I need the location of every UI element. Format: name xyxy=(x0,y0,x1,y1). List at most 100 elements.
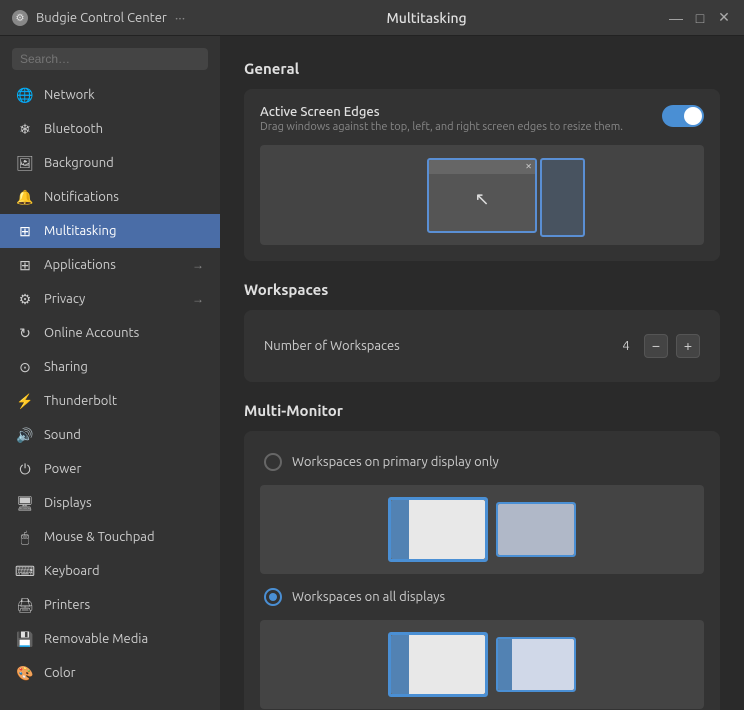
general-card: Active Screen Edges Drag windows against… xyxy=(244,89,720,261)
all-displays-option[interactable]: Workspaces on all displays xyxy=(260,582,704,612)
sidebar-arrow-privacy: → xyxy=(192,292,204,306)
preview-close-icon: ✕ xyxy=(525,162,532,171)
primary-only-radio[interactable] xyxy=(264,453,282,471)
sidebar-label-power: Power xyxy=(44,462,204,476)
content-area: General Active Screen Edges Drag windows… xyxy=(220,36,744,710)
app-icon: ⚙ xyxy=(12,10,28,26)
search-bar[interactable] xyxy=(0,40,220,78)
monitor-secondary-primary xyxy=(496,502,576,557)
sidebar-item-network[interactable]: 🌐Network xyxy=(0,78,220,112)
active-screen-edges-desc: Drag windows against the top, left, and … xyxy=(260,121,623,133)
active-screen-edges-toggle[interactable] xyxy=(662,105,704,127)
workspace-count: 4 xyxy=(616,339,636,353)
workspaces-card: Number of Workspaces 4 − + xyxy=(244,310,720,382)
sidebar-icon-background: 🖼 xyxy=(16,154,34,172)
sidebar-label-thunderbolt: Thunderbolt xyxy=(44,394,204,408)
sidebar-item-background[interactable]: 🖼 Background xyxy=(0,146,220,180)
sidebar-item-power[interactable]: ⏻ Power xyxy=(0,452,220,486)
sidebar-item-keyboard[interactable]: ⌨Keyboard xyxy=(0,554,220,588)
sidebar-label-multitasking: Multitasking xyxy=(44,224,204,238)
sidebar-icon-network: 🌐 xyxy=(16,86,34,104)
primary-only-label: Workspaces on primary display only xyxy=(292,455,499,469)
more-options-button[interactable]: ··· xyxy=(175,10,185,26)
sidebar-item-sound[interactable]: 🔊Sound xyxy=(0,418,220,452)
sidebar-icon-online-accounts: ↻ xyxy=(16,324,34,342)
sidebar-icon-applications: ⊞ xyxy=(16,256,34,274)
sidebar-label-privacy: Privacy xyxy=(44,292,182,306)
sidebar-icon-removable-media: 💾 xyxy=(16,630,34,648)
workspaces-section-title: Workspaces xyxy=(244,281,720,298)
all-displays-preview xyxy=(260,620,704,709)
monitor-main-all xyxy=(388,632,488,697)
sidebar-icon-power: ⏻ xyxy=(16,460,34,478)
window-controls: — □ ✕ xyxy=(668,10,732,26)
sidebar-item-bluetooth[interactable]: ❄ Bluetooth xyxy=(0,112,220,146)
sidebar-item-privacy[interactable]: ⚙ Privacy → xyxy=(0,282,220,316)
multi-monitor-section-title: Multi-Monitor xyxy=(244,402,720,419)
titlebar-left: ⚙ Budgie Control Center ··· xyxy=(12,10,185,26)
sidebar-item-multitasking[interactable]: ⊞ Multitasking xyxy=(0,214,220,248)
active-screen-edges-row: Active Screen Edges Drag windows against… xyxy=(260,105,704,133)
sidebar-label-online-accounts: Online Accounts xyxy=(44,326,204,340)
window-title: Multitasking xyxy=(386,10,466,26)
sidebar-item-color[interactable]: 🎨 Color xyxy=(0,656,220,690)
sidebar-label-displays: Displays xyxy=(44,496,204,510)
workspace-decrement-button[interactable]: − xyxy=(644,334,668,358)
sidebar-item-applications[interactable]: ⊞Applications→ xyxy=(0,248,220,282)
sidebar-icon-notifications: 🔔 xyxy=(16,188,34,206)
sidebar-icon-sharing: ⊙ xyxy=(16,358,34,376)
sidebar-item-removable-media[interactable]: 💾 Removable Media xyxy=(0,622,220,656)
sidebar-label-mouse-touchpad: Mouse & Touchpad xyxy=(44,530,204,544)
general-section-title: General xyxy=(244,60,720,77)
sidebar-label-applications: Applications xyxy=(44,258,182,272)
sidebar-item-thunderbolt[interactable]: ⚡ Thunderbolt xyxy=(0,384,220,418)
workspace-controls: 4 − + xyxy=(616,334,700,358)
sidebar-label-bluetooth: Bluetooth xyxy=(44,122,204,136)
monitor-main-area-all xyxy=(409,635,485,694)
search-input[interactable] xyxy=(12,48,208,70)
monitor-secondary-all xyxy=(496,637,576,692)
workspace-increment-button[interactable]: + xyxy=(676,334,700,358)
sidebar-label-sound: Sound xyxy=(44,428,204,442)
sidebar-item-displays[interactable]: 🖥Displays xyxy=(0,486,220,520)
close-button[interactable]: ✕ xyxy=(716,10,732,26)
monitor-main-area xyxy=(409,500,485,559)
monitor-main-primary xyxy=(388,497,488,562)
monitor-side-panel-all xyxy=(391,635,409,694)
sidebar-label-sharing: Sharing xyxy=(44,360,204,374)
cursor-icon: ↖ xyxy=(474,189,489,210)
sidebar-item-sharing[interactable]: ⊙ Sharing xyxy=(0,350,220,384)
sidebar-label-notifications: Notifications xyxy=(44,190,204,204)
sidebar-icon-mouse-touchpad: 🖱 xyxy=(16,528,34,546)
sidebar: 🌐Network ❄ Bluetooth 🖼 Background 🔔 Notificati… xyxy=(0,36,220,710)
sidebar-label-removable-media: Removable Media xyxy=(44,632,204,646)
maximize-button[interactable]: □ xyxy=(692,10,708,26)
preview-titlebar: ✕ xyxy=(429,160,535,174)
sidebar-item-mouse-touchpad[interactable]: 🖱 Mouse & Touchpad xyxy=(0,520,220,554)
all-displays-radio[interactable] xyxy=(264,588,282,606)
monitor-sec-area-all xyxy=(512,639,574,690)
sidebar-icon-privacy: ⚙ xyxy=(16,290,34,308)
active-screen-edges-label: Active Screen Edges xyxy=(260,105,623,119)
titlebar: ⚙ Budgie Control Center ··· Multitasking… xyxy=(0,0,744,36)
num-workspaces-label: Number of Workspaces xyxy=(264,339,400,353)
num-workspaces-row: Number of Workspaces 4 − + xyxy=(260,326,704,366)
sidebar-label-color: Color xyxy=(44,666,204,680)
primary-only-preview xyxy=(260,485,704,574)
sidebar-icon-keyboard: ⌨ xyxy=(16,562,34,580)
sidebar-item-notifications[interactable]: 🔔 Notifications xyxy=(0,180,220,214)
sidebar-icon-bluetooth: ❄ xyxy=(16,120,34,138)
sidebar-icon-multitasking: ⊞ xyxy=(16,222,34,240)
sidebar-icon-color: 🎨 xyxy=(16,664,34,682)
sidebar-item-online-accounts[interactable]: ↻ Online Accounts xyxy=(0,316,220,350)
primary-only-option[interactable]: Workspaces on primary display only xyxy=(260,447,704,477)
preview-window: ✕ ↖ xyxy=(427,158,537,233)
minimize-button[interactable]: — xyxy=(668,10,684,26)
sidebar-label-background: Background xyxy=(44,156,204,170)
sidebar-icon-printers: 🖨 xyxy=(16,596,34,614)
main-layout: 🌐Network ❄ Bluetooth 🖼 Background 🔔 Notificati… xyxy=(0,36,744,710)
monitor-sec-panel-all xyxy=(498,639,512,690)
sidebar-item-printers[interactable]: 🖨Printers xyxy=(0,588,220,622)
sidebar-icon-thunderbolt: ⚡ xyxy=(16,392,34,410)
screen-edge-preview: ✕ ↖ xyxy=(260,145,704,245)
